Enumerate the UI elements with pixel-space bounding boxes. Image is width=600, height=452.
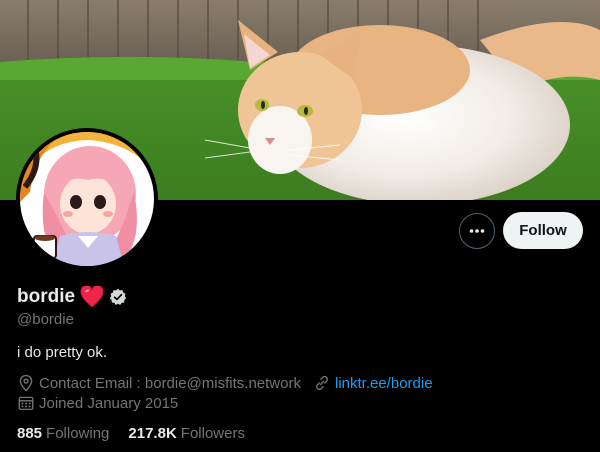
- avatar-image: [20, 132, 154, 266]
- following-count: 885: [17, 425, 43, 442]
- following-label: Following: [46, 425, 110, 442]
- display-name: bordie: [17, 286, 76, 307]
- profile-meta-row: Contact Email : bordie@misfits.network l…: [17, 374, 433, 392]
- calendar-icon: [17, 394, 35, 412]
- more-options-button[interactable]: [459, 213, 495, 249]
- profile-handle: @bordie: [17, 311, 74, 328]
- profile-name-row: bordie: [17, 286, 127, 308]
- profile-avatar[interactable]: [16, 128, 158, 270]
- profile-website-link[interactable]: linktr.ee/bordie: [335, 375, 433, 392]
- more-horizontal-icon: [469, 229, 485, 233]
- following-stat[interactable]: 885 Following: [17, 425, 109, 442]
- followers-count: 217.8K: [128, 425, 177, 442]
- link-icon: [313, 374, 331, 392]
- profile-location: Contact Email : bordie@misfits.network: [39, 374, 301, 392]
- red-heart-icon: [80, 286, 104, 308]
- followers-label: Followers: [180, 425, 245, 442]
- location-pin-icon: [17, 374, 35, 392]
- profile-joined-row: Joined January 2015: [17, 394, 178, 412]
- follow-button[interactable]: Follow: [503, 212, 583, 249]
- profile-joined-date: Joined January 2015: [39, 394, 179, 412]
- followers-stat[interactable]: 217.8K Followers: [128, 425, 245, 442]
- profile-bio: i do pretty ok.: [17, 344, 108, 361]
- profile-stats: 885 Following 217.8K Followers: [17, 425, 245, 442]
- verified-badge-icon[interactable]: [109, 288, 127, 306]
